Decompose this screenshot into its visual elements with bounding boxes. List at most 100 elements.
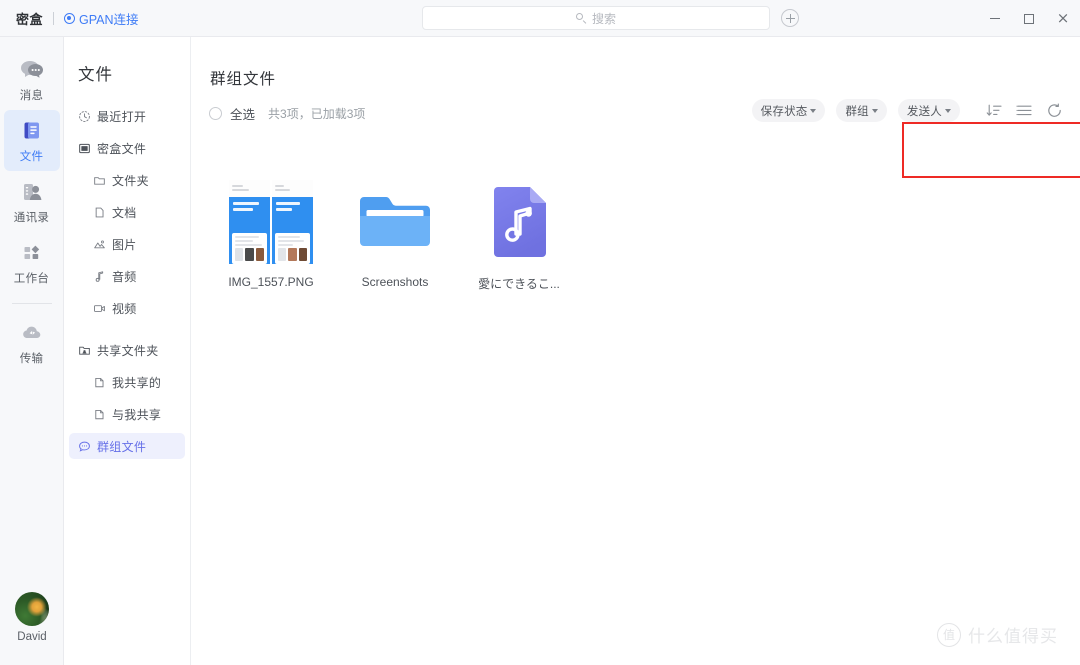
filter-sender[interactable]: 发送人: [897, 99, 960, 122]
filter-toolbar: 保存状态 群组 发送人: [751, 99, 1064, 122]
rail-item-transfer[interactable]: 传输: [4, 312, 60, 373]
search-input-placeholder: 搜索: [591, 11, 616, 26]
nav-item-group-files[interactable]: 群组文件: [69, 433, 185, 459]
thumbnail-wrapper: [221, 177, 321, 267]
file-item-audio[interactable]: 愛にできるこ...: [457, 177, 581, 292]
filter-label: 群组: [845, 105, 869, 118]
nav-item-shared-folders[interactable]: 共享文件夹: [69, 337, 185, 363]
nav-item-box-files[interactable]: 密盒文件: [69, 135, 185, 161]
folder-icon: [360, 197, 430, 246]
sort-descending-icon[interactable]: [985, 101, 1004, 120]
rail-item-label: 文件: [19, 151, 44, 163]
nav-item-label: 与我共享: [112, 407, 162, 422]
filter-label: 保存状态: [760, 105, 808, 118]
rail-item-label: 消息: [19, 90, 44, 102]
app-window: 密盒 GPAN连接 搜索 × 消息 文件 通讯录 工作台 传输 David 文件…: [0, 0, 1080, 665]
rail-divider: [11, 303, 52, 304]
nav-item-documents[interactable]: 文档: [69, 199, 185, 225]
nav-item-folders[interactable]: 文件夹: [69, 167, 185, 193]
watermark-badge: 值: [937, 622, 961, 647]
nav-panel-title: 文件: [78, 66, 113, 84]
radio-dot-icon: [64, 12, 76, 24]
file-name: IMG_1557.PNG: [228, 275, 314, 289]
nav-list: 最近打开 密盒文件 文件夹 文档 图片 音频 视频 共享文件夹 我共享的 与我共…: [64, 103, 190, 459]
group-chat-icon: [79, 441, 90, 452]
nav-item-label: 密盒文件: [97, 141, 147, 156]
workbench-grid-icon: [19, 241, 45, 265]
image-icon: [94, 240, 105, 248]
list-view-icon[interactable]: [1015, 101, 1034, 120]
file-item-image[interactable]: IMG_1557.PNG: [209, 177, 333, 292]
window-controls: ×: [978, 0, 1080, 37]
close-icon[interactable]: ×: [1046, 0, 1080, 37]
nav-item-label: 我共享的: [112, 375, 162, 390]
left-rail: 消息 文件 通讯录 工作台 传输 David: [0, 37, 64, 665]
file-item-folder[interactable]: Screenshots: [333, 177, 457, 292]
nav-item-audio[interactable]: 音频: [69, 263, 185, 289]
select-all-label: 全选: [230, 108, 256, 122]
audio-file-icon: [494, 187, 546, 257]
watermark-text: 什么值得买: [968, 627, 1058, 646]
rail-item-contacts[interactable]: 通讯录: [4, 171, 60, 232]
main-content: 群组文件 全选 共3项，已加载3项 保存状态 群组 发送人 IMG_1557.P…: [191, 37, 1080, 665]
share-in-icon: [95, 409, 104, 419]
filter-label: 发送人: [906, 105, 942, 118]
nav-item-label: 视频: [112, 301, 137, 316]
nav-item-shared-with-me[interactable]: 与我共享: [69, 401, 185, 427]
search-box[interactable]: 搜索: [422, 6, 770, 30]
nav-item-label: 文件夹: [112, 173, 149, 188]
nav-item-recent[interactable]: 最近打开: [69, 103, 185, 129]
refresh-icon[interactable]: [1045, 101, 1064, 120]
connection-status[interactable]: GPAN连接: [64, 9, 139, 28]
thumbnail-wrapper: [469, 177, 569, 267]
filter-save-status[interactable]: 保存状态: [751, 99, 826, 122]
select-all-checkbox[interactable]: [209, 107, 222, 120]
thumbnail-wrapper: [345, 177, 445, 267]
rail-item-label: 通讯录: [13, 212, 50, 224]
avatar[interactable]: [15, 592, 49, 626]
nav-item-label: 群组文件: [97, 439, 147, 454]
chevron-down-icon: [810, 109, 817, 113]
maximize-icon[interactable]: [1012, 0, 1046, 37]
chevron-down-icon: [871, 109, 878, 113]
rail-item-messages[interactable]: 消息: [4, 49, 60, 110]
nav-item-label: 图片: [112, 237, 137, 252]
image-thumbnail: [229, 180, 313, 264]
nav-item-label: 文档: [112, 205, 137, 220]
music-note-icon: [95, 270, 104, 282]
search-icon: [575, 12, 587, 24]
nav-item-label: 音频: [112, 269, 137, 284]
rail-item-workbench[interactable]: 工作台: [4, 232, 60, 293]
app-brand: 密盒: [16, 11, 44, 27]
connection-label: GPAN连接: [79, 12, 139, 27]
chat-bubbles-icon: [19, 58, 45, 82]
document-icon: [95, 207, 104, 217]
folder-outline-icon: [94, 176, 105, 185]
shared-folder-icon: [79, 346, 90, 355]
filter-group[interactable]: 群组: [836, 99, 887, 122]
user-name: David: [17, 631, 47, 643]
nav-item-shared-by-me[interactable]: 我共享的: [69, 369, 185, 395]
rail-item-files[interactable]: 文件: [3, 110, 60, 171]
nav-item-images[interactable]: 图片: [69, 231, 185, 257]
box-icon: [79, 143, 90, 153]
nav-item-video[interactable]: 视频: [69, 295, 185, 321]
rail-user-profile[interactable]: David: [0, 592, 64, 643]
chevron-down-icon: [945, 109, 951, 113]
nav-item-label: 共享文件夹: [97, 343, 159, 358]
minimize-icon[interactable]: [978, 0, 1012, 37]
clock-icon: [79, 110, 90, 122]
watermark: 值 什么值得买: [937, 622, 1058, 647]
select-all-bar: 全选 共3项，已加载3项: [209, 104, 365, 123]
file-grid: IMG_1557.PNG Screenshots 愛にできるこ...: [209, 177, 1049, 292]
titlebar-divider: [53, 11, 55, 25]
annotation-rectangle: [902, 122, 1080, 178]
item-count-text: 共3项，已加载3项: [268, 107, 366, 121]
title-bar: 密盒 GPAN连接 搜索 ×: [0, 0, 1080, 37]
rail-item-label: 工作台: [13, 273, 50, 285]
page-title: 群组文件: [210, 71, 277, 88]
cloud-transfer-icon: [19, 321, 45, 345]
plus-circle-icon[interactable]: [781, 9, 799, 27]
rail-item-label: 传输: [19, 353, 44, 365]
video-icon: [94, 304, 105, 312]
